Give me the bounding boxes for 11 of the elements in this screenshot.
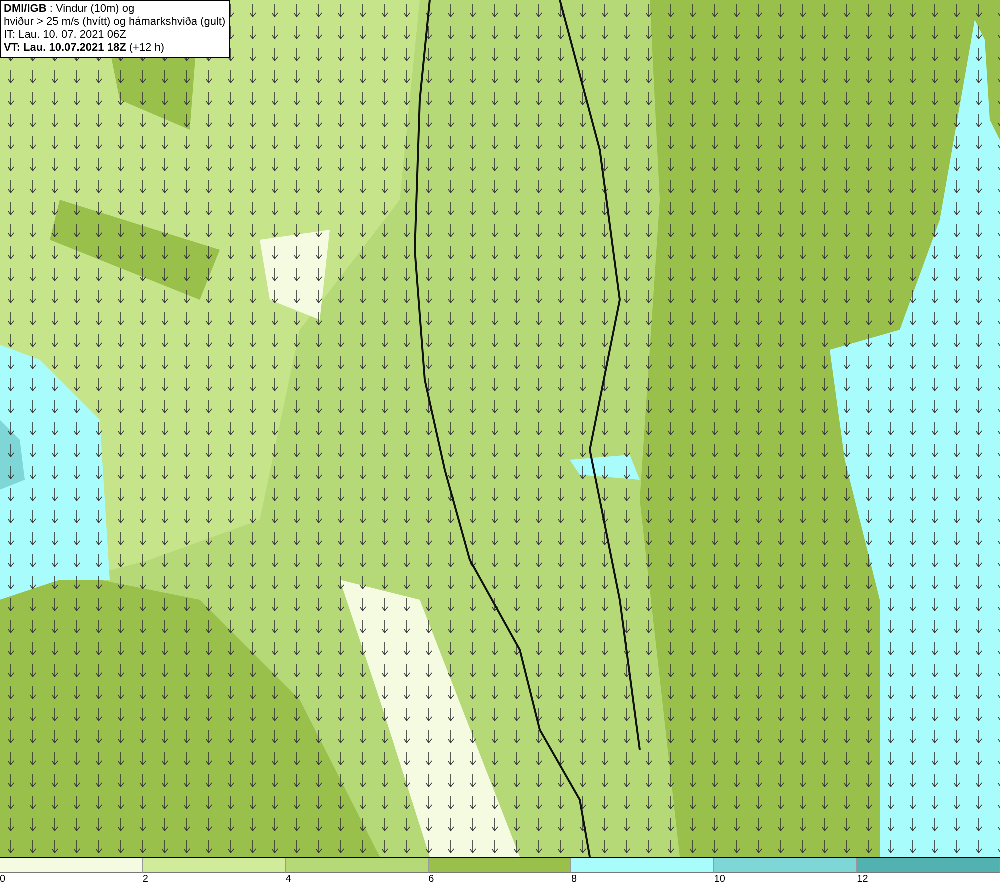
legend-label: 6: [428, 873, 434, 887]
map-info-text: VT: Lau. 10.07.2021 18Z (+12 h): [4, 42, 166, 55]
map-info-text: DMI/IGB : Vindur (10m) og: [4, 3, 136, 16]
legend-label: 0: [0, 873, 6, 887]
legend-label: 12: [857, 873, 868, 887]
legend-label: 2: [142, 873, 148, 887]
map-info-text: IT: Lau. 10. 07. 2021 06Z: [4, 29, 128, 42]
map-info-text: hviður > 25 m/s (hvítt) og hámarkshviða (gult): [4, 16, 226, 29]
legend-label: 8: [571, 873, 577, 887]
legend-label: 4: [286, 873, 292, 887]
legend-label: 10: [714, 873, 726, 887]
